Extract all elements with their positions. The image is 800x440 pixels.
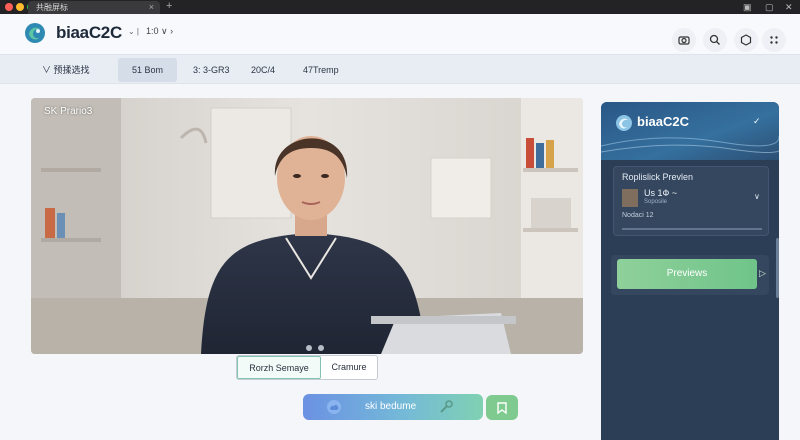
sidebar-toggle-icon[interactable]: ▣ [743,2,752,12]
hexagon-icon [740,34,752,46]
card-subtitle: Soposile [644,199,668,205]
primary-action-label: ski bedume [365,401,417,412]
pager-dot-1[interactable] [306,345,312,351]
brand-logo-icon [25,23,45,43]
segment-right[interactable]: Cramure [321,356,377,379]
browser-titlebar: 共融屏标 × + ▣ ▢ ✕ [0,0,800,14]
browser-tab[interactable]: 共融屏标 × [28,1,160,14]
video-label: SK Prario3 [44,106,93,117]
segment-left[interactable]: Rorzh Semaye [237,356,321,379]
brand-menu-caret[interactable]: ⌄ | [128,27,139,36]
browser-tab-title: 共融屏标 [36,3,68,12]
new-tab-icon[interactable]: + [166,0,172,13]
tab-preview-select[interactable]: ∨ 预揉选找 [42,58,90,82]
avatar [622,189,638,207]
zoom-selector[interactable]: 1:0 ∨ › [146,26,173,37]
chevron-down-icon[interactable]: ∨ [754,192,760,201]
screenshot-button[interactable] [672,28,696,52]
profile-preview-card[interactable]: Roplislick Prevlen Us 1Ф ~ Soposile Noda… [613,166,769,236]
brand-name: biaaC2C [56,23,122,42]
tab-20c4[interactable]: 20C/4 [251,58,275,82]
primary-action-button[interactable]: ski bedume [303,394,483,420]
minimize-window-dot[interactable] [16,3,24,11]
card-name: Us 1Ф ~ [644,188,678,198]
close-window-dot[interactable] [5,3,13,11]
card-meta: Nodaci 12 [622,212,654,219]
bookmark-icon [497,401,507,414]
grid-icon [770,36,778,44]
preview-button[interactable]: Previews [617,259,757,289]
panel-scrollbar[interactable] [776,238,779,298]
video-preview[interactable] [31,98,583,354]
camera-icon [678,36,690,45]
play-icon[interactable]: ▷ [759,268,766,279]
secondary-action-button[interactable] [486,395,518,420]
search-button[interactable] [703,28,727,52]
card-progress-bar [622,228,762,230]
layers-button[interactable] [734,28,758,52]
apps-button[interactable] [762,28,786,52]
tab-51-bom[interactable]: 51 Bom [118,58,178,82]
cloud-icon [327,400,341,414]
search-icon [709,34,720,45]
tab-3-gr3[interactable]: 3: 3-GR3 [193,58,230,82]
pager-dot-2[interactable] [318,345,324,351]
preview-button-container: Previews ▷ [611,255,769,295]
restore-icon[interactable]: ▢ [765,2,774,12]
tools-icon [440,400,453,413]
close-tab-icon[interactable]: × [149,1,154,14]
mode-segmented-control: Rorzh Semaye Cramure [236,355,378,380]
card-title: Roplislick Prevlen [622,172,694,182]
app-header: biaaC2C ⌄ | 1:0 ∨ › [0,14,800,54]
tabs-bar: ∨ 预揉选找 51 Bom 3: 3-GR3 20C/4 47Tremp [0,54,800,84]
video-frame-image [31,98,583,354]
preview-panel: biaaC2C ✓ Roplislick Prevlen Us 1Ф ~ Sop… [601,102,779,440]
close-icon[interactable]: ✕ [785,2,793,12]
wave-decoration [601,135,779,153]
app-window: biaaC2C ⌄ | 1:0 ∨ › ∨ 预揉选找 51 Bom 3: 3-G… [0,14,800,440]
tab-47tremp[interactable]: 47Tremp [303,58,339,82]
panel-header: biaaC2C ✓ [601,102,779,160]
